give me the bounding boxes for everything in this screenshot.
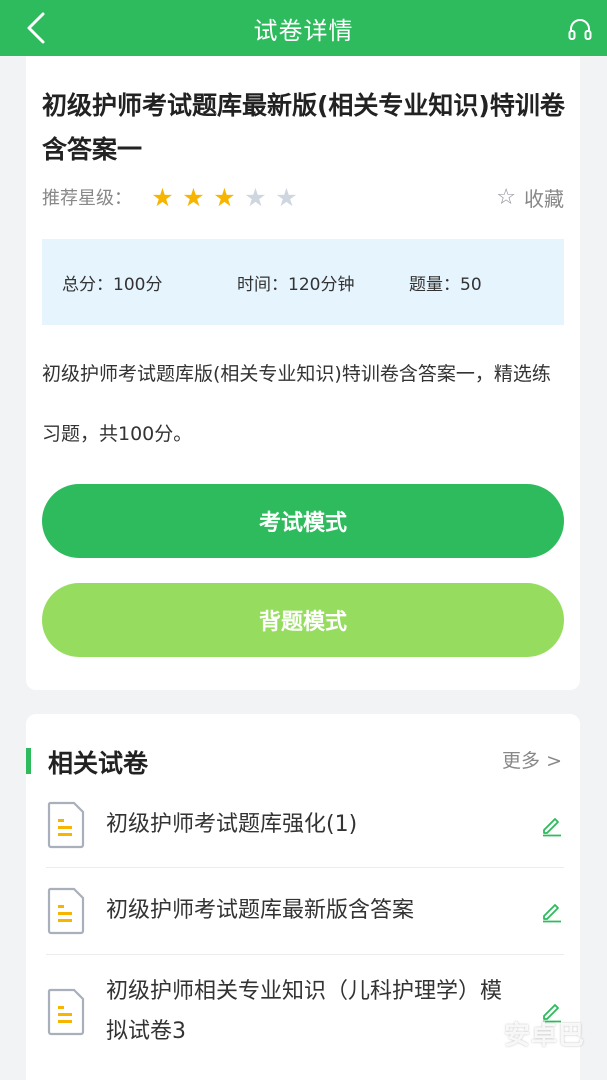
star-filled-icon: ★ bbox=[182, 182, 205, 212]
paper-info-box: 总分：100分 时间：120分钟 题量：50 bbox=[42, 239, 564, 325]
headset-button[interactable] bbox=[565, 14, 595, 44]
related-papers-card: 相关试卷 更多 > 初级护师考试题库强化(1) 初级护师考试题库最新版含答案 初… bbox=[26, 714, 580, 1080]
list-item[interactable]: 初级护师相关专业知识（儿科护理学）模拟试卷3 bbox=[26, 955, 580, 1070]
star-filled-icon: ★ bbox=[213, 182, 236, 212]
total-score: 总分：100分 bbox=[62, 274, 163, 295]
star-empty-icon: ★ bbox=[275, 182, 298, 212]
rating-row: 推荐星级： ★ ★ ★ ★ ★ ☆ 收藏 bbox=[42, 181, 564, 213]
headset-icon bbox=[568, 19, 592, 40]
favorite-button[interactable]: ☆ 收藏 bbox=[496, 183, 564, 212]
edit-icon[interactable] bbox=[540, 899, 564, 923]
more-link[interactable]: 更多 > bbox=[502, 746, 562, 773]
rating-stars: ★ ★ ★ ★ ★ bbox=[150, 185, 299, 210]
exam-mode-button[interactable]: 考试模式 bbox=[42, 484, 564, 558]
question-count: 题量：50 bbox=[409, 274, 482, 295]
document-icon bbox=[47, 801, 85, 849]
favorite-label: 收藏 bbox=[524, 186, 564, 211]
paper-detail-card: 初级护师考试题库最新版(相关专业知识)特训卷含答案一 推荐星级： ★ ★ ★ ★ ★ ☆… bbox=[26, 56, 580, 690]
related-list: 初级护师考试题库强化(1) 初级护师考试题库最新版含答案 初级护师相关专业知识（… bbox=[26, 782, 580, 1070]
edit-icon[interactable] bbox=[540, 813, 564, 837]
star-empty-icon: ★ bbox=[244, 182, 267, 212]
star-outline-icon: ☆ bbox=[496, 184, 516, 210]
list-item-label: 初级护师考试题库最新版含答案 bbox=[106, 898, 415, 923]
page-title: 试卷详情 bbox=[253, 16, 354, 45]
app-header: 试卷详情 bbox=[0, 0, 607, 56]
section-accent-bar bbox=[26, 748, 31, 774]
paper-description: 初级护师考试题库版(相关专业知识)特训卷含答案一，精选练习题，共100分。 bbox=[42, 363, 551, 445]
list-item-label: 初级护师相关专业知识（儿科护理学）模拟试卷3 bbox=[106, 979, 503, 1044]
document-icon bbox=[47, 887, 85, 935]
list-item-label: 初级护师考试题库强化(1) bbox=[106, 812, 358, 837]
section-title: 相关试卷 bbox=[48, 749, 149, 778]
list-item[interactable]: 初级护师考试题库最新版含答案 bbox=[26, 868, 580, 955]
recite-mode-button[interactable]: 背题模式 bbox=[42, 583, 564, 657]
paper-title: 初级护师考试题库最新版(相关专业知识)特训卷含答案一 bbox=[42, 91, 565, 164]
document-icon bbox=[47, 988, 85, 1036]
rating-label: 推荐星级： bbox=[42, 188, 132, 209]
list-item[interactable]: 初级护师考试题库强化(1) bbox=[26, 782, 580, 868]
chevron-left-icon bbox=[27, 12, 45, 44]
star-filled-icon: ★ bbox=[151, 182, 174, 212]
watermark: 安卓巴 bbox=[503, 1021, 585, 1051]
back-button[interactable] bbox=[18, 10, 54, 46]
exam-time: 时间：120分钟 bbox=[237, 274, 355, 295]
